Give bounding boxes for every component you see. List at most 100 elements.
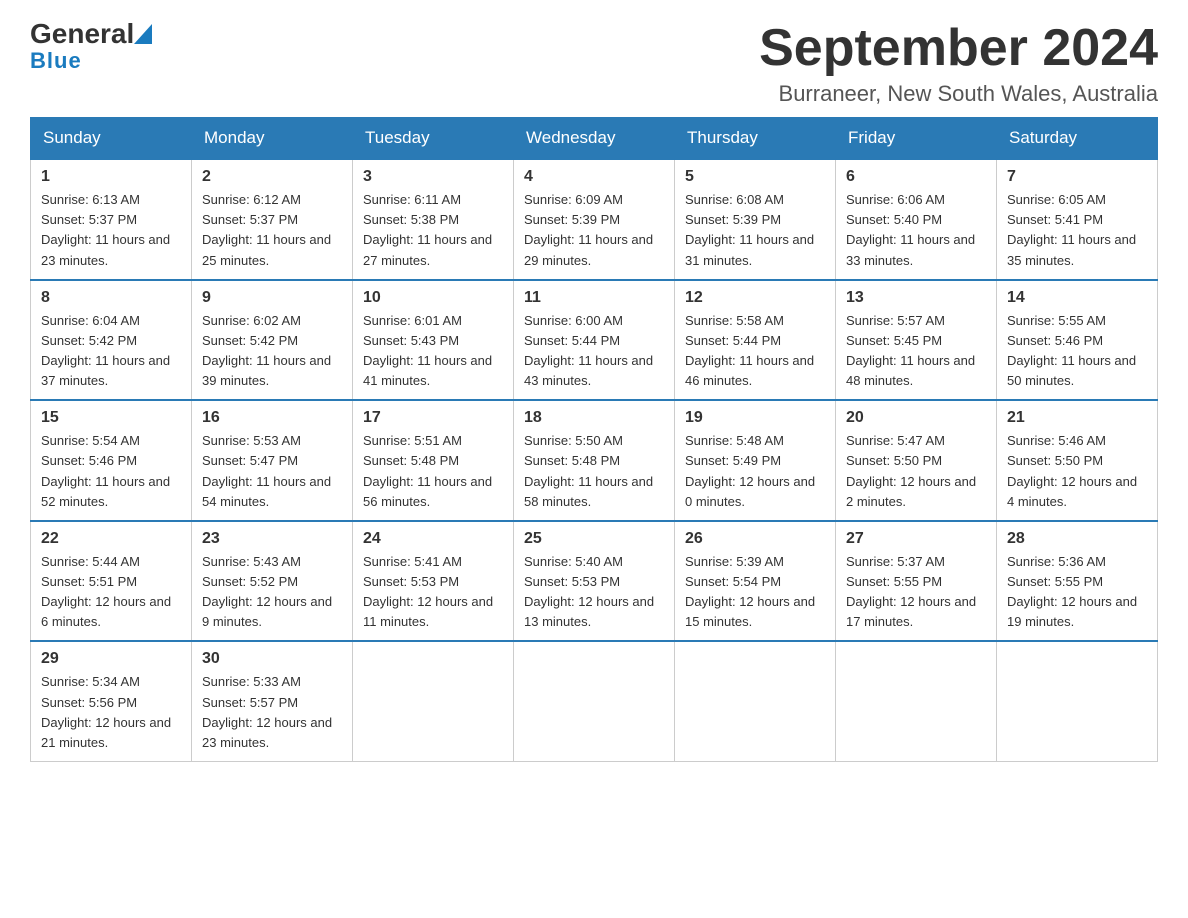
table-row: 17 Sunrise: 5:51 AMSunset: 5:48 PMDaylig… (353, 400, 514, 521)
day-info: Sunrise: 6:12 AMSunset: 5:37 PMDaylight:… (202, 190, 342, 271)
day-number: 13 (846, 289, 986, 307)
day-info: Sunrise: 5:40 AMSunset: 5:53 PMDaylight:… (524, 552, 664, 633)
day-info: Sunrise: 6:11 AMSunset: 5:38 PMDaylight:… (363, 190, 503, 271)
day-info: Sunrise: 5:50 AMSunset: 5:48 PMDaylight:… (524, 431, 664, 512)
day-info: Sunrise: 5:43 AMSunset: 5:52 PMDaylight:… (202, 552, 342, 633)
day-info: Sunrise: 6:05 AMSunset: 5:41 PMDaylight:… (1007, 190, 1147, 271)
table-row: 4 Sunrise: 6:09 AMSunset: 5:39 PMDayligh… (514, 159, 675, 280)
day-info: Sunrise: 5:41 AMSunset: 5:53 PMDaylight:… (363, 552, 503, 633)
table-row: 3 Sunrise: 6:11 AMSunset: 5:38 PMDayligh… (353, 159, 514, 280)
day-number: 5 (685, 168, 825, 186)
day-number: 14 (1007, 289, 1147, 307)
table-row: 16 Sunrise: 5:53 AMSunset: 5:47 PMDaylig… (192, 400, 353, 521)
table-row: 14 Sunrise: 5:55 AMSunset: 5:46 PMDaylig… (997, 280, 1158, 401)
day-info: Sunrise: 5:57 AMSunset: 5:45 PMDaylight:… (846, 311, 986, 392)
day-number: 30 (202, 650, 342, 668)
table-row: 1 Sunrise: 6:13 AMSunset: 5:37 PMDayligh… (31, 159, 192, 280)
logo: General Blue (30, 20, 154, 74)
table-row: 27 Sunrise: 5:37 AMSunset: 5:55 PMDaylig… (836, 521, 997, 642)
day-info: Sunrise: 5:58 AMSunset: 5:44 PMDaylight:… (685, 311, 825, 392)
calendar-week-row: 1 Sunrise: 6:13 AMSunset: 5:37 PMDayligh… (31, 159, 1158, 280)
title-section: September 2024 Burraneer, New South Wale… (759, 20, 1158, 107)
day-info: Sunrise: 6:06 AMSunset: 5:40 PMDaylight:… (846, 190, 986, 271)
month-title: September 2024 (759, 20, 1158, 77)
logo-triangle-icon (134, 24, 152, 44)
table-row: 9 Sunrise: 6:02 AMSunset: 5:42 PMDayligh… (192, 280, 353, 401)
table-row: 11 Sunrise: 6:00 AMSunset: 5:44 PMDaylig… (514, 280, 675, 401)
day-number: 22 (41, 530, 181, 548)
table-row: 28 Sunrise: 5:36 AMSunset: 5:55 PMDaylig… (997, 521, 1158, 642)
day-info: Sunrise: 6:01 AMSunset: 5:43 PMDaylight:… (363, 311, 503, 392)
table-row: 29 Sunrise: 5:34 AMSunset: 5:56 PMDaylig… (31, 641, 192, 761)
day-number: 25 (524, 530, 664, 548)
day-number: 12 (685, 289, 825, 307)
day-info: Sunrise: 5:55 AMSunset: 5:46 PMDaylight:… (1007, 311, 1147, 392)
day-number: 1 (41, 168, 181, 186)
day-info: Sunrise: 5:53 AMSunset: 5:47 PMDaylight:… (202, 431, 342, 512)
table-row: 10 Sunrise: 6:01 AMSunset: 5:43 PMDaylig… (353, 280, 514, 401)
table-row: 8 Sunrise: 6:04 AMSunset: 5:42 PMDayligh… (31, 280, 192, 401)
day-info: Sunrise: 5:34 AMSunset: 5:56 PMDaylight:… (41, 672, 181, 753)
table-row: 24 Sunrise: 5:41 AMSunset: 5:53 PMDaylig… (353, 521, 514, 642)
table-row: 23 Sunrise: 5:43 AMSunset: 5:52 PMDaylig… (192, 521, 353, 642)
table-row: 2 Sunrise: 6:12 AMSunset: 5:37 PMDayligh… (192, 159, 353, 280)
day-info: Sunrise: 5:46 AMSunset: 5:50 PMDaylight:… (1007, 431, 1147, 512)
day-number: 29 (41, 650, 181, 668)
day-number: 7 (1007, 168, 1147, 186)
day-number: 3 (363, 168, 503, 186)
day-number: 8 (41, 289, 181, 307)
col-sunday: Sunday (31, 118, 192, 160)
table-row: 6 Sunrise: 6:06 AMSunset: 5:40 PMDayligh… (836, 159, 997, 280)
day-number: 21 (1007, 409, 1147, 427)
day-number: 28 (1007, 530, 1147, 548)
day-number: 9 (202, 289, 342, 307)
table-row: 7 Sunrise: 6:05 AMSunset: 5:41 PMDayligh… (997, 159, 1158, 280)
day-info: Sunrise: 5:39 AMSunset: 5:54 PMDaylight:… (685, 552, 825, 633)
logo-general: General (30, 20, 134, 48)
table-row: 26 Sunrise: 5:39 AMSunset: 5:54 PMDaylig… (675, 521, 836, 642)
table-row: 21 Sunrise: 5:46 AMSunset: 5:50 PMDaylig… (997, 400, 1158, 521)
table-row (997, 641, 1158, 761)
table-row: 20 Sunrise: 5:47 AMSunset: 5:50 PMDaylig… (836, 400, 997, 521)
day-number: 15 (41, 409, 181, 427)
col-friday: Friday (836, 118, 997, 160)
table-row: 30 Sunrise: 5:33 AMSunset: 5:57 PMDaylig… (192, 641, 353, 761)
table-row: 5 Sunrise: 6:08 AMSunset: 5:39 PMDayligh… (675, 159, 836, 280)
day-number: 20 (846, 409, 986, 427)
col-tuesday: Tuesday (353, 118, 514, 160)
day-info: Sunrise: 5:51 AMSunset: 5:48 PMDaylight:… (363, 431, 503, 512)
table-row (675, 641, 836, 761)
col-wednesday: Wednesday (514, 118, 675, 160)
day-number: 17 (363, 409, 503, 427)
calendar-table: Sunday Monday Tuesday Wednesday Thursday… (30, 117, 1158, 762)
table-row: 18 Sunrise: 5:50 AMSunset: 5:48 PMDaylig… (514, 400, 675, 521)
day-info: Sunrise: 6:09 AMSunset: 5:39 PMDaylight:… (524, 190, 664, 271)
day-info: Sunrise: 5:44 AMSunset: 5:51 PMDaylight:… (41, 552, 181, 633)
day-number: 27 (846, 530, 986, 548)
table-row: 13 Sunrise: 5:57 AMSunset: 5:45 PMDaylig… (836, 280, 997, 401)
day-info: Sunrise: 5:37 AMSunset: 5:55 PMDaylight:… (846, 552, 986, 633)
table-row: 22 Sunrise: 5:44 AMSunset: 5:51 PMDaylig… (31, 521, 192, 642)
day-info: Sunrise: 5:48 AMSunset: 5:49 PMDaylight:… (685, 431, 825, 512)
day-info: Sunrise: 6:00 AMSunset: 5:44 PMDaylight:… (524, 311, 664, 392)
page-header: General Blue September 2024 Burraneer, N… (30, 20, 1158, 107)
location: Burraneer, New South Wales, Australia (759, 81, 1158, 107)
day-number: 24 (363, 530, 503, 548)
table-row (514, 641, 675, 761)
day-info: Sunrise: 6:13 AMSunset: 5:37 PMDaylight:… (41, 190, 181, 271)
calendar-week-row: 29 Sunrise: 5:34 AMSunset: 5:56 PMDaylig… (31, 641, 1158, 761)
day-info: Sunrise: 5:47 AMSunset: 5:50 PMDaylight:… (846, 431, 986, 512)
day-number: 11 (524, 289, 664, 307)
day-number: 19 (685, 409, 825, 427)
day-info: Sunrise: 5:33 AMSunset: 5:57 PMDaylight:… (202, 672, 342, 753)
day-info: Sunrise: 5:36 AMSunset: 5:55 PMDaylight:… (1007, 552, 1147, 633)
day-number: 10 (363, 289, 503, 307)
table-row: 12 Sunrise: 5:58 AMSunset: 5:44 PMDaylig… (675, 280, 836, 401)
day-info: Sunrise: 6:04 AMSunset: 5:42 PMDaylight:… (41, 311, 181, 392)
day-info: Sunrise: 6:08 AMSunset: 5:39 PMDaylight:… (685, 190, 825, 271)
table-row (353, 641, 514, 761)
calendar-header-row: Sunday Monday Tuesday Wednesday Thursday… (31, 118, 1158, 160)
table-row (836, 641, 997, 761)
col-saturday: Saturday (997, 118, 1158, 160)
calendar-week-row: 15 Sunrise: 5:54 AMSunset: 5:46 PMDaylig… (31, 400, 1158, 521)
